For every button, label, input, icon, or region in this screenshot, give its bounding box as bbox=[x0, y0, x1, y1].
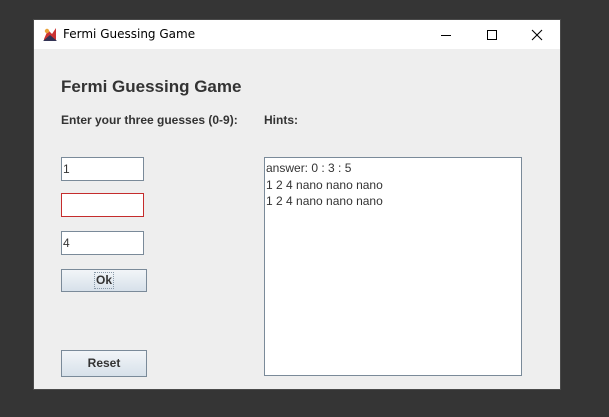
hint-line: answer: 0 : 3 : 5 bbox=[266, 161, 352, 175]
maximize-icon bbox=[487, 29, 497, 40]
close-icon bbox=[531, 29, 543, 40]
java-app-icon bbox=[41, 25, 59, 43]
hints-label: Hints: bbox=[264, 113, 298, 127]
guess-input-2[interactable] bbox=[61, 193, 144, 217]
content-pane: Fermi Guessing Game Enter your three gue… bbox=[34, 49, 560, 389]
ok-button-label: Ok bbox=[93, 272, 114, 289]
minimize-button[interactable] bbox=[423, 20, 469, 49]
hint-line: 1 2 4 nano nano nano bbox=[266, 177, 383, 192]
hint-line: 1 2 4 nano nano nano bbox=[266, 194, 383, 208]
page-title: Fermi Guessing Game bbox=[61, 77, 242, 96]
window-title: Fermi Guessing Game bbox=[63, 27, 196, 41]
minimize-icon bbox=[441, 34, 451, 36]
guess-input-1[interactable] bbox=[61, 157, 144, 181]
guess-label: Enter your three guesses (0-9): bbox=[61, 113, 238, 127]
ok-button[interactable]: Ok bbox=[61, 269, 147, 292]
app-window: Fermi Guessing Game Fermi Guessing Game … bbox=[34, 20, 560, 389]
close-button[interactable] bbox=[514, 20, 560, 49]
hints-textarea[interactable]: answer: 0 : 3 : 5 1 2 4 nano nano nano 1… bbox=[264, 157, 522, 376]
maximize-button[interactable] bbox=[469, 20, 515, 49]
title-bar[interactable]: Fermi Guessing Game bbox=[34, 20, 560, 49]
reset-button[interactable]: Reset bbox=[61, 350, 147, 377]
guess-input-3[interactable] bbox=[61, 231, 144, 255]
